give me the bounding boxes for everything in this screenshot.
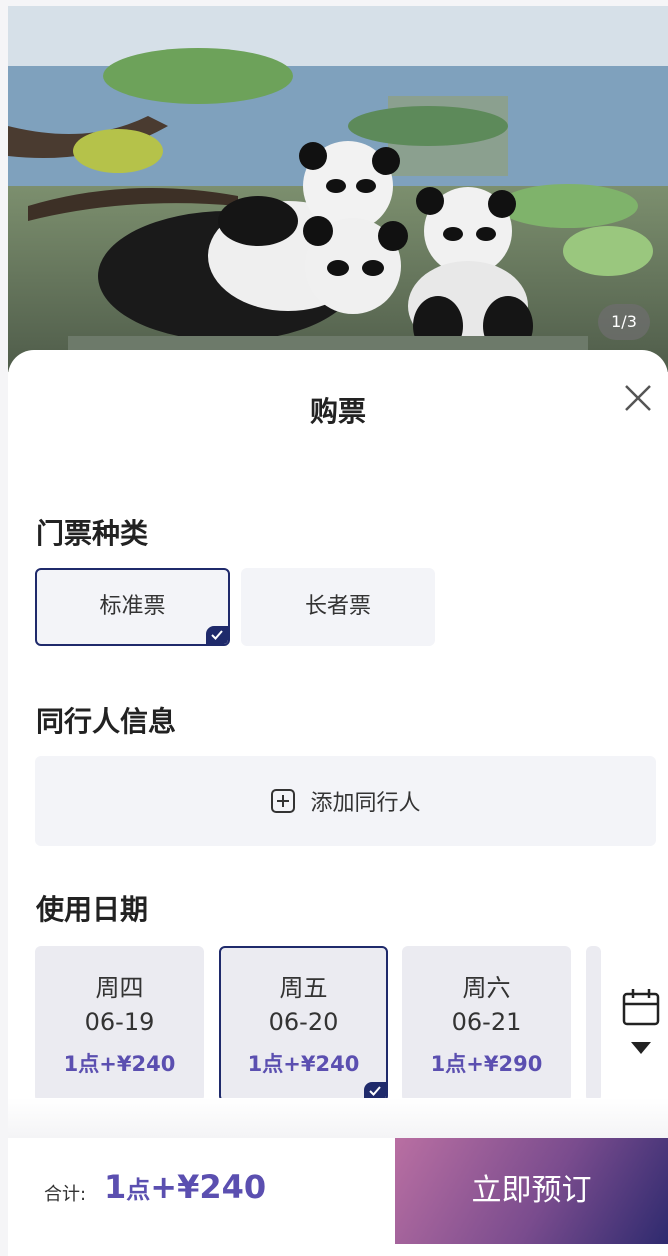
- close-button[interactable]: [620, 380, 656, 416]
- ticket-type-title: 门票种类: [36, 517, 149, 550]
- date-title: 使用日期: [36, 893, 149, 926]
- date-weekday: 周六: [462, 974, 511, 1002]
- purchase-sheet: 购票 门票种类 标准票 长者票 同行人信息 添加同行人 使用日期 周四 06-1…: [8, 350, 668, 1256]
- plus-square-icon: [271, 789, 296, 813]
- date-card-0619[interactable]: 周四 06-19 1点+¥240: [35, 946, 204, 1102]
- calendar-icon: [622, 989, 660, 1054]
- date-value: 06-20: [268, 1008, 339, 1036]
- ticket-option-senior[interactable]: 长者票: [241, 568, 435, 646]
- checkmark-icon: [369, 1086, 381, 1096]
- date-value: 06-19: [84, 1008, 155, 1036]
- date-weekday: 周五: [279, 974, 328, 1002]
- date-card-0620[interactable]: 周五 06-20 1点+¥240: [219, 946, 388, 1102]
- ticket-option-label: 长者票: [304, 594, 371, 619]
- add-companion-button[interactable]: 添加同行人: [35, 756, 656, 846]
- date-value: 06-21: [451, 1008, 522, 1036]
- total-points-unit: 点: [126, 1176, 151, 1204]
- date-weekday: 周四: [95, 974, 144, 1002]
- caret-down-icon: [631, 1042, 651, 1054]
- total-value: 1点+¥240: [104, 1168, 266, 1206]
- companions-title: 同行人信息: [36, 705, 177, 738]
- total-label: 合计:: [44, 1184, 87, 1205]
- checkout-bar: 合计: 1点+¥240 立即预订: [8, 1138, 668, 1244]
- date-price: 1点+¥290: [430, 1052, 543, 1076]
- panda-photo: [8, 6, 668, 372]
- close-icon: [625, 385, 651, 411]
- sheet-fade: [8, 1098, 668, 1138]
- add-companion-label: 添加同行人: [310, 791, 421, 816]
- selected-badge: [206, 626, 228, 644]
- date-price: 1点+¥240: [247, 1052, 360, 1076]
- ticket-option-label: 标准票: [99, 594, 166, 619]
- date-price: 1点+¥240: [63, 1052, 176, 1076]
- image-counter: 1/3: [598, 304, 650, 340]
- checkmark-icon: [211, 630, 223, 640]
- date-card-partial[interactable]: [586, 946, 601, 1102]
- ticket-option-standard[interactable]: 标准票: [35, 568, 230, 646]
- sheet-title: 购票: [309, 395, 366, 428]
- hero-image[interactable]: 1/3: [8, 6, 668, 372]
- date-list[interactable]: 周四 06-19 1点+¥240 周五 06-20 1点+¥240 周六 06-…: [35, 946, 601, 1102]
- date-card-0621[interactable]: 周六 06-21 1点+¥290: [402, 946, 571, 1102]
- book-now-button[interactable]: 立即预订: [395, 1138, 668, 1244]
- total-price: +¥240: [150, 1168, 267, 1206]
- calendar-button[interactable]: [620, 986, 662, 1066]
- total-points: 1: [104, 1168, 127, 1206]
